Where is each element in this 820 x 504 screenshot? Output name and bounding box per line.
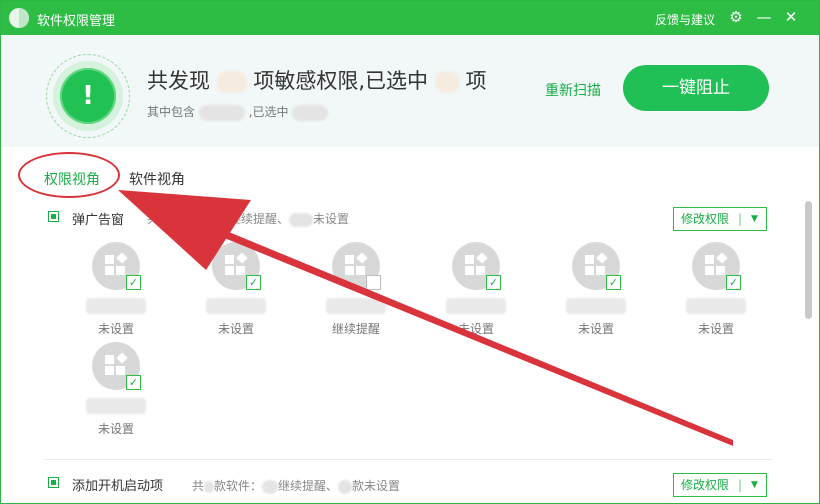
window-title: 软件权限管理 <box>37 14 116 29</box>
headline-prefix: 共发现 <box>147 69 210 93</box>
close-icon[interactable]: ✕ <box>781 8 801 26</box>
redacted-unset <box>289 212 314 227</box>
section-meta-startup: 共款软件： 继续提醒、 款未设置 <box>192 477 400 494</box>
app-checkbox[interactable]: ✓ <box>126 375 141 390</box>
app-item[interactable]: ✓ 未设置 <box>672 242 760 342</box>
meta-a: 共 <box>147 212 160 226</box>
app-status: 未设置 <box>457 322 494 336</box>
chevron-down-icon[interactable]: ▼ <box>751 208 758 230</box>
redacted-app-name <box>566 298 626 314</box>
section-divider <box>45 459 773 460</box>
redacted-app-name <box>206 298 266 314</box>
redacted-app-name <box>686 298 746 314</box>
app-item[interactable]: ✓ 未设置 <box>432 242 520 342</box>
sub-prefix: 其中包含 <box>147 105 196 119</box>
shield-ring: ! <box>53 61 123 131</box>
app-item[interactable]: 继续提醒 <box>312 242 400 342</box>
tab-software-view[interactable]: 软件视角 <box>129 169 185 189</box>
meta-d: 款未设置 <box>352 479 401 493</box>
meta-c: 继续提醒、 <box>278 479 339 493</box>
redacted-count <box>216 71 247 93</box>
app-status: 未设置 <box>697 322 734 336</box>
redacted-total <box>159 213 170 226</box>
app-status: 未设置 <box>217 322 254 336</box>
app-item[interactable]: ✓ 未设置 <box>552 242 640 342</box>
meta-b: 款软件： <box>214 479 263 493</box>
app-item[interactable]: ✓ 未设置 <box>72 342 160 442</box>
app-status: 继续提醒 <box>331 322 380 336</box>
chevron-down-icon[interactable]: ▼ <box>751 474 758 496</box>
redacted-unset <box>338 479 353 494</box>
redacted-app-name <box>446 298 506 314</box>
headline-middle: 项敏感权限,已选中 <box>253 69 429 93</box>
block-all-button[interactable]: 一键阻止 <box>623 65 769 111</box>
meta-a: 共 <box>192 479 205 493</box>
warning-shield-icon: ! <box>46 54 130 138</box>
redacted-sub-selected <box>292 104 329 121</box>
meta-b: 款软件 <box>169 212 206 226</box>
modify-label: 修改权限 <box>681 478 730 492</box>
modify-permission-button[interactable]: 修改权限 | ▼ <box>673 207 767 231</box>
app-checkbox[interactable]: ✓ <box>246 275 261 290</box>
app-checkbox[interactable]: ✓ <box>606 275 621 290</box>
app-checkbox[interactable]: ✓ <box>126 275 141 290</box>
rescan-link[interactable]: 重新扫描 <box>545 80 601 100</box>
permission-manager-window: 软件权限管理 反馈与建议 ⚙ — ✕ ! 共发现 项敏感权限,已选中 项 其中包… <box>0 0 820 504</box>
section-title-startup: 添加开机启动项 <box>72 479 164 494</box>
redacted-selected <box>434 71 459 93</box>
redacted-total <box>204 480 215 493</box>
app-status: 未设置 <box>97 322 134 336</box>
button-divider: | <box>738 212 743 226</box>
gear-icon[interactable]: ⚙ <box>726 8 746 26</box>
exclamation-icon: ! <box>60 68 116 124</box>
section-meta-popup-ads: 共款软件 继续提醒、 未设置 <box>147 210 349 227</box>
redacted-app-name <box>326 298 386 314</box>
section-checkbox-startup[interactable] <box>48 477 59 488</box>
modify-label: 修改权限 <box>681 212 730 226</box>
minimize-icon[interactable]: — <box>754 8 774 26</box>
redacted-app-name <box>86 298 146 314</box>
button-divider: | <box>738 478 743 492</box>
annotation-circle <box>18 152 120 198</box>
section-title-popup-ads: 弹广告窗 <box>72 213 125 228</box>
app-logo-icon <box>9 8 29 28</box>
headline: 共发现 项敏感权限,已选中 项 <box>147 65 486 95</box>
vertical-scrollbar[interactable] <box>805 201 812 319</box>
app-checkbox[interactable] <box>366 275 381 290</box>
app-checkbox[interactable]: ✓ <box>486 275 501 290</box>
redacted-app-name <box>86 398 146 414</box>
section-checkbox-popup-ads[interactable] <box>48 211 59 222</box>
redacted-remind <box>205 212 230 227</box>
redacted-sub-count <box>198 104 245 121</box>
summary-header: ! 共发现 项敏感权限,已选中 项 其中包含 ,已选中 重新扫描 一键阻止 <box>1 35 819 147</box>
redacted-remind <box>262 479 279 494</box>
feedback-link[interactable]: 反馈与建议 <box>655 11 715 28</box>
title-bar[interactable]: 软件权限管理 反馈与建议 ⚙ — ✕ <box>1 1 819 35</box>
headline-suffix: 项 <box>465 69 487 93</box>
modify-permission-button[interactable]: 修改权限 | ▼ <box>673 473 767 497</box>
summary-subline: 其中包含 ,已选中 <box>147 103 329 121</box>
app-item[interactable]: ✓ 未设置 <box>72 242 160 342</box>
meta-c: 继续提醒、 <box>229 212 290 226</box>
meta-d: 未设置 <box>313 212 350 226</box>
app-checkbox[interactable]: ✓ <box>726 275 741 290</box>
app-status: 未设置 <box>577 322 614 336</box>
sub-middle: ,已选中 <box>248 105 289 119</box>
app-item[interactable]: ✓ 未设置 <box>192 242 280 342</box>
app-status: 未设置 <box>97 422 134 436</box>
